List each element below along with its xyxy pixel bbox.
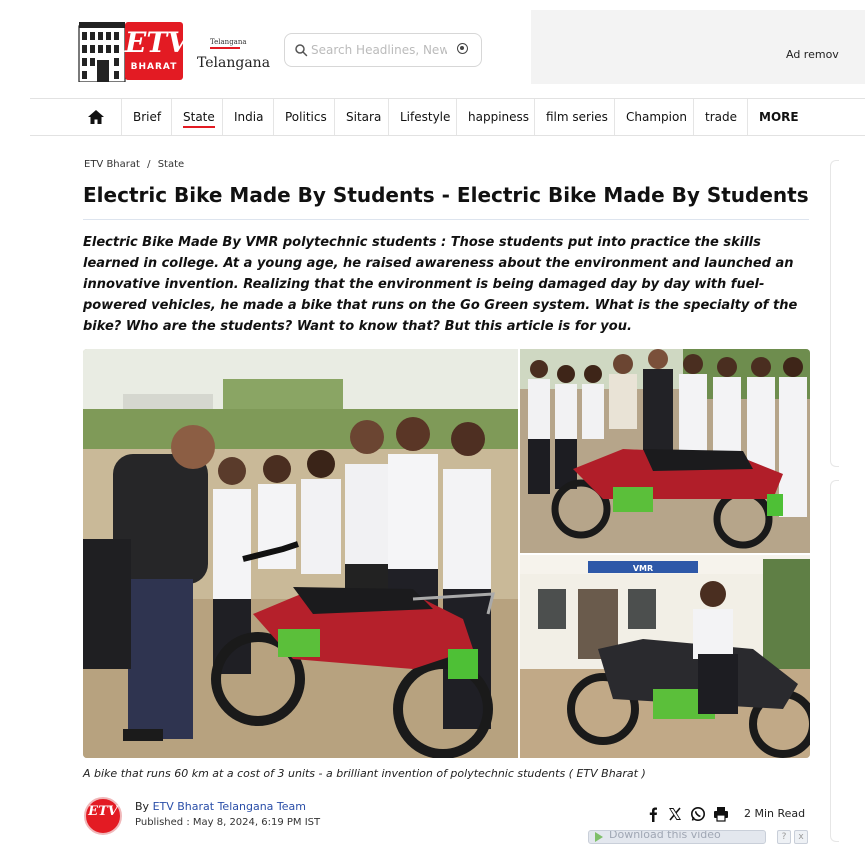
search-input[interactable] (311, 41, 447, 59)
nav-item-happiness[interactable]: happiness (456, 99, 540, 135)
breadcrumb-separator: / (147, 159, 151, 170)
whatsapp-icon[interactable] (690, 806, 706, 822)
published-date: Published : May 8, 2024, 6:19 PM IST (135, 817, 321, 828)
article-title: Electric Bike Made By Students - Electri… (83, 183, 809, 207)
read-time: 2 Min Read (744, 807, 806, 820)
help-button[interactable]: ? (777, 830, 791, 844)
region-underline (210, 47, 240, 49)
nav-item-state[interactable]: State (171, 99, 226, 135)
author-by-prefix: By (135, 800, 150, 813)
download-video-button[interactable]: Download this video (588, 830, 766, 844)
nav-item-sitara[interactable]: Sitara (334, 99, 392, 135)
search-box (284, 33, 482, 67)
ad-banner[interactable]: Ad remov (531, 10, 865, 84)
author-line: By ETV Bharat Telangana Team (135, 800, 306, 813)
search-submit-icon[interactable] (457, 43, 468, 54)
breadcrumb: ETV Bharat / State (84, 159, 184, 170)
nav-item-lifestyle[interactable]: Lifestyle (388, 99, 461, 135)
facebook-icon[interactable] (645, 806, 661, 822)
close-button[interactable]: x (794, 830, 808, 844)
title-divider (83, 219, 809, 220)
author-avatar[interactable]: ETV (84, 797, 122, 835)
image-caption: A bike that runs 60 km at a cost of 3 un… (83, 767, 646, 780)
building-illustration-icon (78, 22, 126, 82)
region-small-label: Telangana (210, 38, 247, 46)
download-video-label: Download this video (609, 830, 721, 841)
sidebar-panel-edge-lower (830, 480, 839, 842)
print-icon[interactable] (713, 806, 729, 822)
nav-item-more[interactable]: MORE (747, 99, 810, 135)
breadcrumb-home[interactable]: ETV Bharat (84, 159, 140, 170)
nav-item-brief[interactable]: Brief (121, 99, 172, 135)
search-icon (295, 44, 308, 57)
nav-item-trade[interactable]: trade (693, 99, 748, 135)
logo-badge: ETV BHARAT (125, 22, 189, 80)
site-header: ETV BHARAT Telangana Telangana Ad remov (0, 0, 865, 98)
photo-collage-illustration: VMR (83, 349, 810, 758)
ad-remove-text[interactable]: Ad remov (786, 48, 839, 61)
logo-etv-text: ETV (125, 26, 189, 59)
author-link[interactable]: ETV Bharat Telangana Team (153, 800, 306, 813)
etv-bharat-logo[interactable]: ETV BHARAT (77, 20, 189, 82)
photo-sign-text: VMR (633, 564, 653, 573)
logo-bharat-text: BHARAT (130, 62, 178, 72)
nav-item-film-series[interactable]: film series (534, 99, 619, 135)
nav-item-india[interactable]: India (222, 99, 274, 135)
article-summary: Electric Bike Made By VMR polytechnic st… (83, 235, 798, 334)
avatar-logo-text: ETV (88, 804, 118, 819)
nav-item-politics[interactable]: Politics (273, 99, 338, 135)
article-image[interactable]: VMR (83, 349, 810, 758)
region-selector[interactable]: Telangana (197, 55, 270, 71)
x-icon[interactable] (667, 806, 683, 822)
nav-item-champion[interactable]: Champion (614, 99, 698, 135)
sidebar-panel-edge (830, 160, 839, 467)
main-nav: Brief State India Politics Sitara Lifest… (30, 98, 865, 136)
breadcrumb-section[interactable]: State (158, 159, 184, 170)
home-icon[interactable] (87, 109, 105, 125)
